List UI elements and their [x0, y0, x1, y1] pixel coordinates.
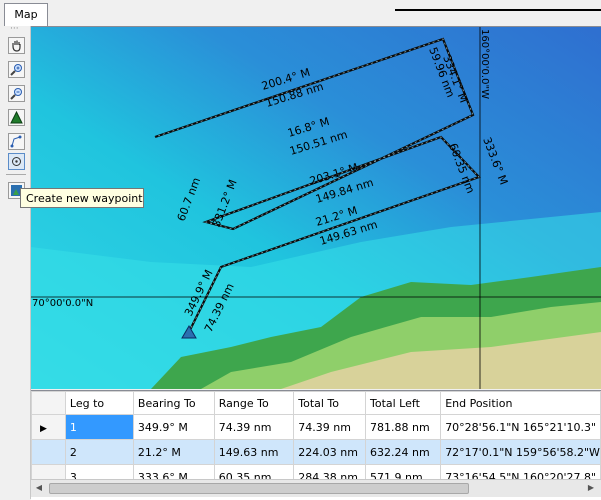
- cell-range[interactable]: 149.63 nm: [213, 439, 295, 465]
- col-end-position[interactable]: End Position: [440, 391, 601, 415]
- tab-map[interactable]: Map: [4, 3, 48, 26]
- grid-header-row: Leg to Bearing To Range To Total To Tota…: [31, 391, 601, 415]
- cell-end-position[interactable]: 72°17'0.1"N 159°56'58.2"W: [440, 439, 601, 465]
- row-indicator[interactable]: ▶: [31, 414, 66, 440]
- col-range-to[interactable]: Range To: [213, 391, 295, 415]
- zoom-in-icon[interactable]: [8, 61, 25, 78]
- route-icon[interactable]: [8, 133, 25, 150]
- cell-range[interactable]: 74.39 nm: [213, 414, 295, 440]
- cell-total-left[interactable]: 632.24 nm: [364, 439, 442, 465]
- cell-total-to[interactable]: 74.39 nm: [293, 414, 366, 440]
- scroll-right-icon[interactable]: ▶: [585, 482, 597, 494]
- pan-hand-icon[interactable]: [8, 37, 25, 54]
- cell-leg-to[interactable]: 1: [64, 414, 134, 440]
- toolbar-grip: ···: [10, 24, 19, 34]
- cell-leg-to[interactable]: 2: [64, 439, 134, 465]
- tooltip: Create new waypoint: [20, 188, 144, 208]
- row-indicator[interactable]: [31, 439, 66, 465]
- col-bearing-to[interactable]: Bearing To: [132, 391, 215, 415]
- table-row[interactable]: 2 21.2° M 149.63 nm 224.03 nm 632.24 nm …: [31, 439, 601, 465]
- circle-target-icon[interactable]: [8, 153, 25, 170]
- latitude-label: 70°00'0.0"N: [32, 298, 93, 309]
- horizontal-scrollbar[interactable]: ◀ ▶: [31, 479, 601, 497]
- row-header-corner: [31, 391, 66, 415]
- map-toolbar: ···: [0, 24, 31, 499]
- cell-bearing[interactable]: 349.9° M: [132, 414, 215, 440]
- window-edge: [395, 0, 601, 11]
- col-total-to[interactable]: Total To: [293, 391, 366, 415]
- cell-bearing[interactable]: 21.2° M: [132, 439, 215, 465]
- cell-total-to[interactable]: 224.03 nm: [293, 439, 366, 465]
- table-row[interactable]: ▶ 1 349.9° M 74.39 nm 74.39 nm 781.88 nm…: [31, 414, 601, 440]
- scroll-thumb[interactable]: [49, 483, 469, 494]
- zoom-out-icon[interactable]: [8, 85, 25, 102]
- scroll-left-icon[interactable]: ◀: [33, 482, 45, 494]
- cell-end-position[interactable]: 70°28'56.1"N 165°21'10.3": [440, 414, 601, 440]
- longitude-label: 160°00'0.0"W: [479, 29, 490, 99]
- waypoint-marker-icon[interactable]: [8, 109, 25, 126]
- cell-total-left[interactable]: 781.88 nm: [364, 414, 442, 440]
- toolbar-separator: [6, 174, 26, 175]
- col-leg-to[interactable]: Leg to: [64, 391, 134, 415]
- col-total-left[interactable]: Total Left: [364, 391, 442, 415]
